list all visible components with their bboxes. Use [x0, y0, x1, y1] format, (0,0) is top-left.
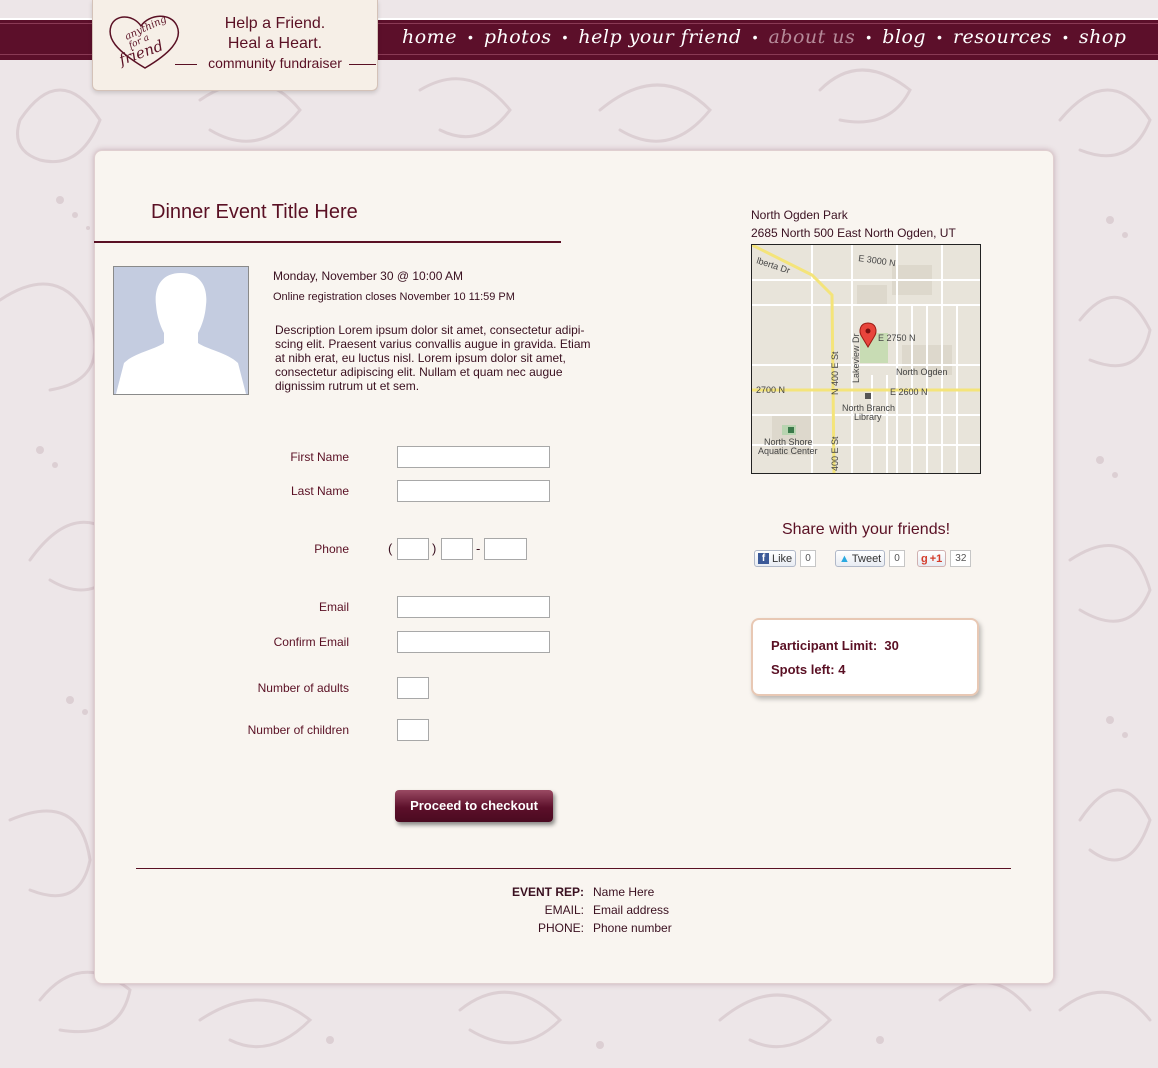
- site-logo[interactable]: anything for a friend Help a Friend. Hea…: [92, 0, 378, 91]
- nav-shop[interactable]: shop: [1079, 26, 1127, 48]
- phone-label: Phone: [314, 542, 349, 556]
- facebook-like-count: 0: [800, 550, 816, 567]
- facebook-like-label: Like: [772, 552, 793, 565]
- nav-help-your-friend[interactable]: help your friend: [578, 26, 741, 48]
- logo-tagline-3: community fundraiser: [208, 55, 342, 71]
- event-date: Monday, November 30 @ 10:00 AM: [273, 269, 464, 283]
- last-name-label: Last Name: [290, 484, 349, 498]
- phone-area-code-field[interactable]: [397, 538, 429, 560]
- confirm-email-field[interactable]: [397, 631, 550, 653]
- nav-separator: •: [1062, 29, 1068, 45]
- participant-limit-line: Participant Limit: 30: [771, 638, 899, 653]
- rep-phone-label: PHONE:: [537, 921, 584, 935]
- footer-divider: [136, 868, 1011, 869]
- children-label: Number of children: [247, 723, 349, 737]
- phone-dash: -: [476, 541, 481, 556]
- nav-separator: •: [866, 29, 872, 45]
- tweet-count: 0: [889, 550, 905, 567]
- map-label-2700n: 2700 N: [756, 385, 785, 395]
- map-label-e2600: E 2600 N: [890, 387, 928, 397]
- google-plus-one-button[interactable]: g +1: [917, 550, 947, 567]
- event-rep-name: Name Here: [593, 885, 655, 899]
- tweet-label: Tweet: [851, 552, 882, 565]
- nav-separator: •: [937, 29, 942, 45]
- location-map[interactable]: lberta Dr E 3000 N E 2750 N N 400 E St L…: [751, 244, 981, 474]
- rep-phone-value: Phone number: [593, 921, 672, 935]
- location-name: North Ogden Park: [751, 208, 848, 222]
- logo-rule-left: [175, 64, 197, 65]
- nav-separator: •: [752, 29, 758, 45]
- adults-label: Number of adults: [257, 681, 349, 695]
- tweet-button[interactable]: ▲ Tweet: [835, 550, 886, 567]
- nav-home[interactable]: home: [402, 26, 457, 48]
- nav-blog[interactable]: blog: [882, 26, 926, 48]
- proceed-to-checkout-button[interactable]: Proceed to checkout: [395, 790, 553, 822]
- facebook-icon: f: [758, 553, 769, 564]
- facebook-like-widget: f Like 0: [754, 550, 816, 567]
- event-title: Dinner Event Title Here: [151, 201, 358, 223]
- map-label-aquatic-2: Aquatic Center: [758, 446, 818, 456]
- last-name-field[interactable]: [397, 480, 550, 502]
- nav-separator: •: [562, 29, 568, 45]
- phone-line-field[interactable]: [484, 538, 527, 560]
- phone-prefix-field[interactable]: [441, 538, 473, 560]
- event-description: Description Lorem ipsum dolor sit amet, …: [275, 323, 591, 393]
- heart-logo-icon: anything for a friend: [109, 14, 180, 69]
- google-plus-icon: g: [921, 552, 928, 565]
- map-label-library-2: Library: [854, 412, 882, 422]
- nav-photos[interactable]: photos: [484, 26, 552, 48]
- rep-email-label: EMAIL:: [544, 903, 584, 917]
- google-plus-label: +1: [929, 552, 943, 565]
- spots-left-label: Spots left:: [771, 662, 835, 677]
- adults-count-field[interactable]: [397, 677, 429, 699]
- google-plus-count: 32: [950, 550, 972, 567]
- tweet-widget: ▲ Tweet 0: [835, 550, 905, 567]
- first-name-field[interactable]: [397, 446, 550, 468]
- logo-rule-right: [349, 64, 376, 65]
- first-name-label: First Name: [290, 450, 349, 464]
- map-label-north-ogden: North Ogden: [896, 367, 948, 377]
- phone-close-paren: ): [432, 541, 437, 556]
- phone-open-paren: (: [388, 541, 393, 556]
- map-label-400e: 400 E St: [830, 436, 840, 471]
- children-count-field[interactable]: [397, 719, 429, 741]
- nav-about-us[interactable]: about us: [768, 26, 855, 48]
- logo-tagline-2: Heal a Heart.: [227, 35, 323, 52]
- nav-resources[interactable]: resources: [953, 26, 1052, 48]
- share-heading: Share with your friends!: [781, 521, 951, 538]
- spots-left-line: Spots left: 4: [771, 662, 845, 677]
- email-field[interactable]: [397, 596, 550, 618]
- participant-limit-label: Participant Limit:: [771, 638, 878, 653]
- facebook-like-button[interactable]: f Like: [754, 550, 797, 567]
- map-graphic: lberta Dr E 3000 N E 2750 N N 400 E St L…: [752, 245, 980, 473]
- main-nav: home • photos • help your friend • about…: [402, 22, 1126, 52]
- confirm-email-label: Confirm Email: [273, 635, 349, 649]
- map-label-lakeview: Lakeview Dr: [851, 333, 861, 383]
- person-silhouette-icon: [116, 273, 246, 394]
- participant-limit-box: Participant Limit: 30 Spots left: 4: [751, 618, 979, 696]
- spots-left-value: 4: [838, 662, 846, 677]
- map-label-n400: N 400 E St: [830, 351, 840, 395]
- event-avatar-image: [113, 266, 249, 395]
- participant-limit-value: 30: [884, 638, 899, 653]
- twitter-bird-icon: ▲: [839, 552, 850, 565]
- map-label-e2750: E 2750 N: [878, 333, 916, 343]
- rep-email-value: Email address: [593, 903, 670, 917]
- event-rep-label: EVENT REP:: [511, 885, 584, 899]
- google-plus-widget: g +1 32: [917, 550, 972, 567]
- nav-separator: •: [467, 29, 473, 45]
- registration-deadline: Online registration closes November 10 1…: [273, 291, 515, 303]
- location-address: 2685 North 500 East North Ogden, UT: [751, 226, 956, 240]
- logo-tagline-1: Help a Friend.: [224, 15, 326, 32]
- email-label: Email: [318, 600, 349, 614]
- title-divider: [94, 241, 561, 243]
